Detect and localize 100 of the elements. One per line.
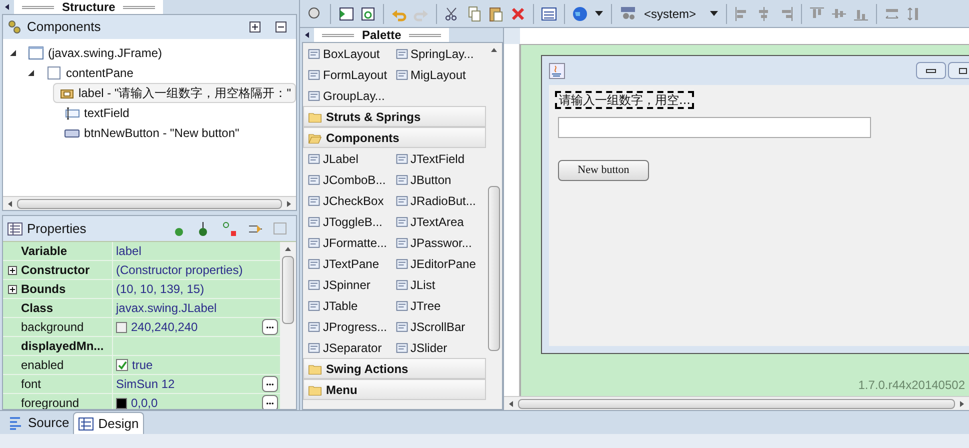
source-icon <box>8 415 24 431</box>
palette-category[interactable]: Components <box>303 127 486 148</box>
minimize-view-icon[interactable] <box>4 4 10 10</box>
tree-item-label: textField <box>84 105 130 122</box>
ellipsis-icon <box>266 382 274 386</box>
palette-category[interactable]: Menu <box>303 379 486 400</box>
palette-item[interactable]: JScrollBar <box>394 316 482 337</box>
expander-icon[interactable] <box>27 69 35 77</box>
palette-category[interactable]: Swing Actions <box>303 358 486 379</box>
property-row[interactable]: Variable label <box>3 242 280 261</box>
property-row[interactable]: background 240,240,240 <box>3 318 280 337</box>
palette-item[interactable]: JSeparator <box>307 337 394 358</box>
editor-tab[interactable]: Source <box>4 412 74 434</box>
frame-window[interactable]: 请输入一组数字，用空... New button <box>541 55 969 354</box>
palette-item[interactable]: JFormatte... <box>307 232 394 253</box>
component-icon <box>307 68 321 82</box>
palette-item[interactable]: FormLayout <box>307 64 394 85</box>
scroll-left-icon[interactable] <box>7 200 13 206</box>
component-icon <box>307 278 321 292</box>
tree-item[interactable]: contentPane <box>41 63 138 83</box>
property-name: enabled <box>21 357 64 374</box>
component-icon <box>394 172 408 186</box>
ellipsis-button[interactable] <box>262 376 278 392</box>
checkbox[interactable] <box>116 359 128 371</box>
property-row[interactable]: displayedMn... <box>3 337 280 356</box>
component-icon <box>394 320 408 334</box>
component-icon <box>394 194 408 208</box>
palette-item[interactable]: MigLayout <box>394 64 482 85</box>
scroll-thumb[interactable] <box>17 198 282 208</box>
ellipsis-icon <box>266 402 274 404</box>
palette-item[interactable]: SpringLay... <box>394 43 482 64</box>
scroll-thumb[interactable] <box>518 398 955 408</box>
scroll-up-icon[interactable] <box>491 47 497 53</box>
view-tab[interactable]: Palette <box>314 28 450 42</box>
property-row[interactable]: Class javax.swing.JLabel <box>3 299 280 318</box>
ellipsis-button[interactable] <box>262 319 278 335</box>
design-canvas[interactable]: 请输入一组数字，用空... New button 1.7.0.r44x20140502 <box>520 44 969 396</box>
palette-item[interactable]: JLabel <box>307 148 394 169</box>
look-and-feel-dropdown[interactable]: <system> <box>616 4 722 22</box>
palette-item[interactable]: JButton <box>394 169 482 190</box>
horizontal-scrollbar[interactable] <box>504 396 969 410</box>
minimize-view-icon[interactable] <box>304 32 310 38</box>
property-name: displayedMn... <box>21 338 104 355</box>
palette-item[interactable]: JProgress... <box>307 316 394 337</box>
expand-icon[interactable] <box>8 284 17 294</box>
editor-tab[interactable]: Design <box>73 412 144 434</box>
palette-item[interactable]: JTable <box>307 295 394 316</box>
property-row[interactable]: enabled true <box>3 356 280 375</box>
maximize-button[interactable] <box>948 62 969 79</box>
horizontal-scrollbar[interactable] <box>3 196 296 210</box>
palette-item[interactable]: JPasswor... <box>394 232 482 253</box>
tree-item[interactable]: btnNewButton - "New button" <box>59 123 244 143</box>
property-name: font <box>21 376 42 393</box>
new-button[interactable]: New button <box>558 160 649 181</box>
component-icon <box>394 340 408 354</box>
palette-item[interactable]: JSpinner <box>307 274 394 295</box>
expand-icon[interactable] <box>8 266 17 274</box>
palette-item[interactable]: JEditorPane <box>394 253 482 274</box>
component-icon <box>394 68 408 82</box>
property-row[interactable]: font SimSun 12 <box>3 375 280 394</box>
scroll-up-icon[interactable] <box>285 246 291 252</box>
palette-item[interactable]: JSlider <box>394 337 482 358</box>
palette-item[interactable]: JComboB... <box>307 169 394 190</box>
tree-item[interactable]: textField <box>59 103 134 123</box>
text-input[interactable] <box>558 117 871 138</box>
tree-item[interactable]: label - "请输入一组数字，用空格隔开：" <box>53 83 296 103</box>
palette-item[interactable]: GroupLay... <box>307 85 394 106</box>
ruler-corner <box>504 28 520 44</box>
palette-item[interactable]: BoxLayout <box>307 43 394 64</box>
gears-icon <box>620 6 636 22</box>
scroll-right-icon[interactable] <box>959 400 965 406</box>
vertical-scrollbar[interactable] <box>280 242 296 409</box>
palette-item[interactable]: JList <box>394 274 482 295</box>
label-text[interactable]: 请输入一组数字，用空... <box>557 93 692 107</box>
palette-item[interactable]: JRadioBut... <box>394 190 482 211</box>
palette-item[interactable]: JTextPane <box>307 253 394 274</box>
palette-item[interactable]: JTextField <box>394 148 482 169</box>
property-value: 240,240,240 <box>131 319 198 336</box>
component-icon <box>307 214 321 228</box>
expander-icon[interactable] <box>9 49 17 57</box>
palette-item[interactable]: JToggleB... <box>307 211 394 232</box>
scroll-right-icon[interactable] <box>286 200 292 206</box>
view-tab[interactable]: Structure <box>14 0 164 14</box>
palette-category[interactable]: Struts & Springs <box>303 106 486 127</box>
palette-item[interactable]: JCheckBox <box>307 190 394 211</box>
property-row[interactable]: Bounds (10, 10, 139, 15) <box>3 280 280 299</box>
component-icon <box>394 256 408 270</box>
dropdown-caret-icon[interactable] <box>595 11 603 16</box>
scroll-left-icon[interactable] <box>508 400 514 406</box>
minimize-button[interactable] <box>916 62 946 79</box>
palette-item[interactable]: JTextArea <box>394 211 482 232</box>
tree-item[interactable]: (javax.swing.JFrame) <box>23 43 168 63</box>
ellipsis-button[interactable] <box>262 395 278 409</box>
component-icon <box>307 88 321 102</box>
tree-item-label: (javax.swing.JFrame) <box>48 45 162 62</box>
component-icon <box>394 278 408 292</box>
component-icon <box>394 46 408 60</box>
property-row[interactable]: Constructor (Constructor properties) <box>3 261 280 280</box>
palette-item[interactable]: JTree <box>394 295 482 316</box>
property-value: (10, 10, 139, 15) <box>116 282 204 296</box>
